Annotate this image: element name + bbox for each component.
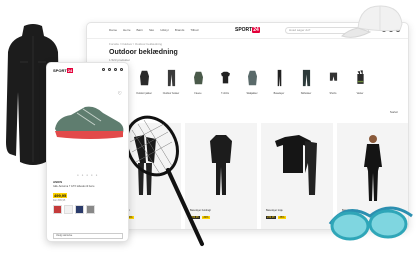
- product-name: GEL-Sonoma 7 GTX løbesko til herre: [53, 185, 95, 188]
- gloves-icon: [356, 70, 364, 84]
- nav-item[interactable]: Udstyr: [160, 28, 169, 32]
- category-item[interactable]: Outdoor bukser: [160, 68, 182, 95]
- nav-item[interactable]: Tilbud: [190, 28, 198, 32]
- pants-icon: [167, 69, 175, 87]
- nav-item[interactable]: Herre: [123, 28, 131, 32]
- product-card[interactable]: Baselayer trøje 249,95 -35%: [261, 123, 333, 229]
- category-carousel: Outdoor jakker Outdoor bukser Fleece T-s…: [133, 68, 371, 95]
- fleece-icon: [193, 71, 203, 85]
- user-icon[interactable]: [108, 68, 111, 71]
- baselayer-icon: [277, 69, 281, 87]
- category-label: Vanter: [356, 92, 364, 95]
- swatch-red[interactable]: [53, 205, 62, 214]
- category-item[interactable]: Skaljakker: [241, 68, 263, 95]
- category-item[interactable]: T-shirts: [214, 68, 236, 95]
- cart-icon[interactable]: [114, 68, 117, 71]
- carousel-dots[interactable]: ● ● ● ● ●: [77, 173, 98, 177]
- category-label: T-shirts: [221, 92, 229, 95]
- sort-button[interactable]: Sortér: [390, 110, 398, 114]
- main-nav: Dame Herre Børn Sko Udstyr Brands Tilbud: [109, 28, 198, 32]
- ski-pants-icon: [302, 69, 310, 87]
- category-item[interactable]: Outdoor jakker: [133, 68, 155, 95]
- logo-badge: 24: [252, 27, 260, 33]
- site-logo[interactable]: SPORT24: [235, 27, 260, 33]
- category-item[interactable]: Shorts: [322, 68, 344, 95]
- category-item[interactable]: Vanter: [349, 68, 371, 95]
- baselayer-suit-image: [210, 135, 232, 195]
- discount-badge: -35%: [277, 216, 286, 219]
- category-label: Baselayer: [273, 92, 285, 95]
- tshirt-icon: [220, 71, 230, 84]
- price-value: 249,95: [266, 216, 276, 219]
- search-icon[interactable]: [102, 68, 105, 71]
- category-label: Outdoor jakker: [136, 92, 152, 95]
- jacket-icon: [139, 70, 149, 86]
- site-logo[interactable]: SPORT24: [53, 68, 74, 73]
- product-name: Baselayer trøje: [266, 209, 283, 212]
- shell-jacket-icon: [247, 70, 257, 86]
- category-label: Shorts: [329, 92, 337, 95]
- logo-word: SPORT: [235, 27, 253, 33]
- product-scene: Dame Herre Børn Sko Udstyr Brands Tilbud…: [0, 0, 419, 253]
- model-baselayer-image: [364, 135, 382, 201]
- running-shoe-image: [55, 106, 124, 139]
- swim-goggles-image: [328, 206, 413, 241]
- tennis-racket-image: [125, 115, 204, 246]
- menu-icon[interactable]: [120, 68, 123, 71]
- breadcrumb[interactable]: Forside / Outdoor / Outdoor beklædning: [109, 42, 162, 46]
- product-price: 499,95: [53, 193, 68, 198]
- shorts-icon: [329, 72, 337, 81]
- wishlist-heart-icon[interactable]: ♡: [118, 91, 122, 97]
- swatch-navy[interactable]: [75, 205, 84, 214]
- product-price: 249,95 -35%: [266, 216, 286, 219]
- swatch-grey[interactable]: [86, 205, 95, 214]
- mobile-product-page: SPORT24 ♡ ● ● ● ● ● ASICS GEL-Sonoma 7 G…: [46, 62, 129, 242]
- category-item[interactable]: Skibukser: [295, 68, 317, 95]
- nav-item[interactable]: Dame: [109, 28, 117, 32]
- category-label: Skibukser: [300, 92, 312, 95]
- page-title: Outdoor beklædning: [109, 49, 178, 56]
- size-select[interactable]: Vælg størrelse: [53, 233, 123, 239]
- old-price: Før 899,95: [53, 199, 66, 202]
- nav-item[interactable]: Sko: [149, 28, 154, 32]
- product-brand: ASICS: [53, 180, 63, 184]
- logo-badge: 24: [66, 68, 74, 73]
- logo-word: SPORT: [53, 68, 67, 73]
- nav-item[interactable]: Børn: [137, 28, 144, 32]
- cap-image: [341, 5, 403, 38]
- swatch-white[interactable]: [64, 205, 73, 214]
- category-label: Fleece: [194, 92, 202, 95]
- color-swatches: [53, 205, 95, 214]
- category-item[interactable]: Fleece: [187, 68, 209, 95]
- category-label: Outdoor bukser: [162, 92, 180, 95]
- category-label: Skaljakker: [246, 92, 258, 95]
- nav-item[interactable]: Brands: [175, 28, 185, 32]
- header-icons: [102, 68, 123, 71]
- category-item[interactable]: Baselayer: [268, 68, 290, 95]
- baselayer-top-image: [275, 135, 317, 195]
